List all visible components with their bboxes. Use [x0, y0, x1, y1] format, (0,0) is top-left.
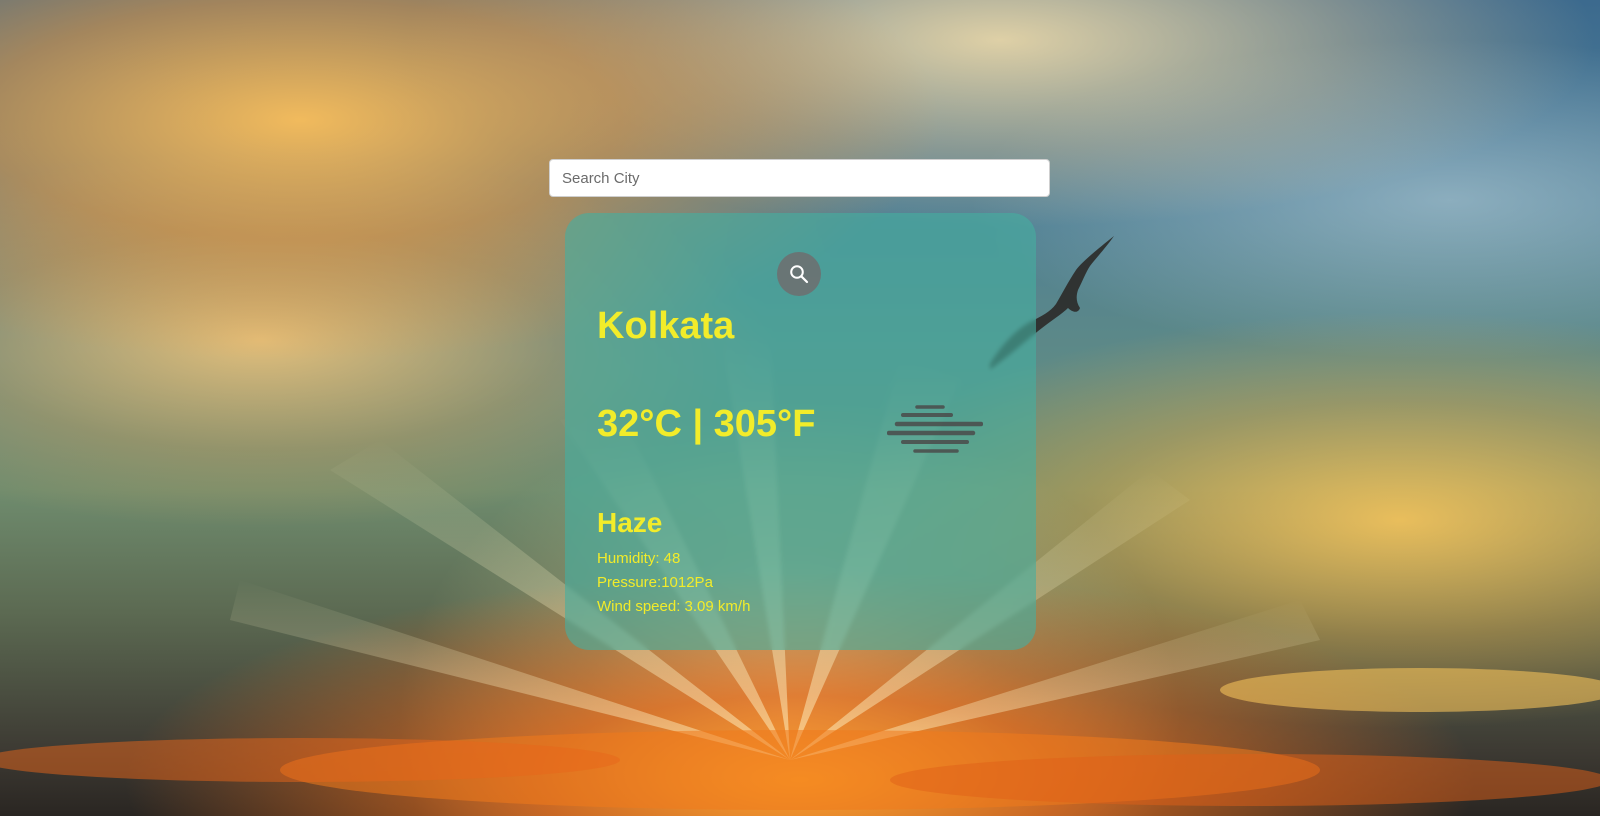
wind-speed-value: Wind speed: 3.09 km/h: [597, 598, 751, 615]
pressure-value: Pressure:1012Pa: [597, 574, 713, 591]
humidity-value: Humidity: 48: [597, 550, 681, 567]
search-city-input[interactable]: [549, 159, 1050, 197]
search-icon: [790, 265, 809, 284]
weather-condition: Haze: [597, 507, 663, 538]
haze-icon: [887, 405, 983, 453]
search-button[interactable]: [777, 252, 821, 296]
temperature-readout: 32°C | 305°F: [597, 403, 816, 445]
city-name: Kolkata: [597, 305, 735, 347]
weather-card: Kolkata 32°C | 305°F Haze Humidity: 48 P…: [565, 213, 1036, 650]
